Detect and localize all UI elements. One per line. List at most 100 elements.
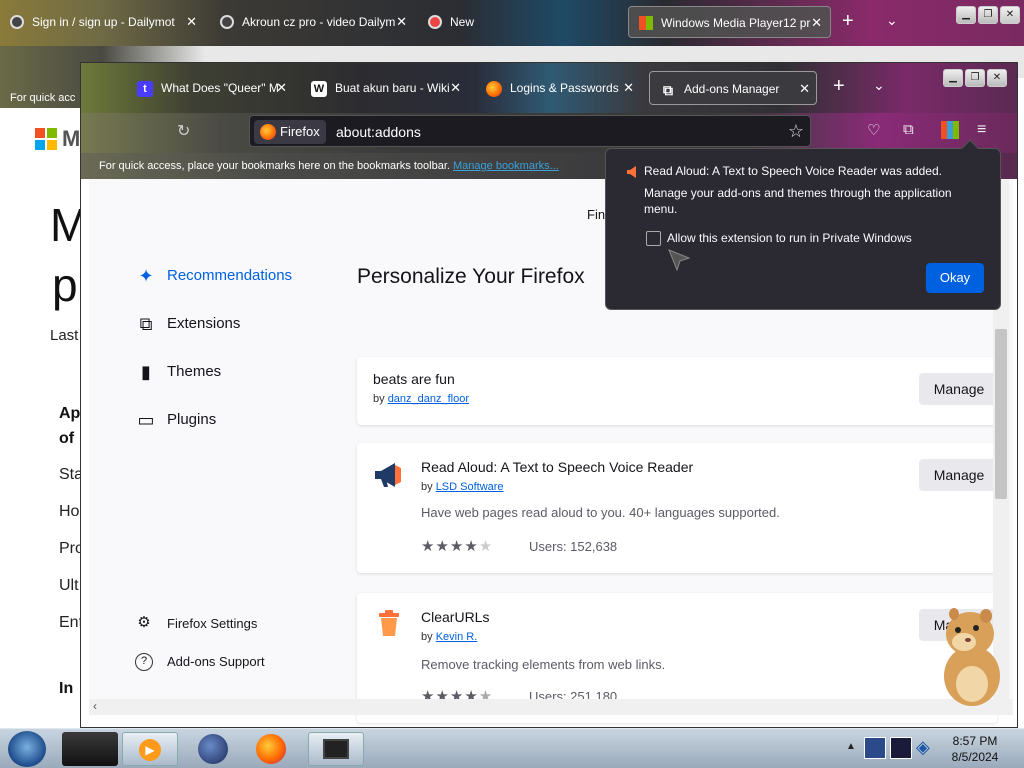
tumblr-icon: t bbox=[137, 81, 153, 97]
maximize-button[interactable]: ❐ bbox=[978, 6, 998, 24]
manage-button[interactable]: Manage bbox=[919, 373, 999, 405]
sparkle-icon: ✦ bbox=[138, 266, 154, 286]
taskbar-app-button[interactable] bbox=[186, 732, 242, 766]
back-tab[interactable]: Akroun cz pro - video Dailym ✕ bbox=[210, 6, 415, 38]
close-icon[interactable]: ✕ bbox=[186, 6, 197, 38]
popup-title: Read Aloud: A Text to Speech Voice Reade… bbox=[644, 164, 942, 178]
popup-message: Manage your add-ons and themes through t… bbox=[644, 186, 952, 216]
addon-title: Read Aloud: A Text to Speech Voice Reade… bbox=[421, 459, 694, 475]
wikipedia-icon: W bbox=[311, 81, 327, 97]
bookmark-star-icon[interactable]: ☆ bbox=[788, 120, 804, 142]
tab[interactable]: t What Does "Queer" M ✕ bbox=[127, 71, 293, 105]
tab[interactable]: Logins & Passwords ✕ bbox=[476, 71, 640, 105]
okay-button[interactable]: Okay bbox=[926, 263, 984, 293]
reload-icon[interactable]: ↻ bbox=[177, 121, 190, 141]
back-heading-letter: p bbox=[52, 259, 78, 311]
checkbox-label[interactable]: Allow this extension to run in Private W… bbox=[667, 231, 912, 245]
extensions-icon[interactable]: ⧉ bbox=[903, 121, 914, 138]
find-more-label: Fin bbox=[587, 207, 606, 222]
network-icon[interactable] bbox=[890, 737, 912, 759]
back-bold-text: In bbox=[59, 680, 74, 697]
window-icon bbox=[323, 739, 349, 759]
sidebar-item-recommendations[interactable]: ✦ Recommendations bbox=[135, 263, 292, 289]
addon-card: beats are fun by danz_danz_floor Manage bbox=[357, 357, 999, 425]
author-link[interactable]: danz_danz_floor bbox=[388, 393, 469, 405]
mouse-cursor-icon bbox=[668, 249, 691, 272]
play-icon: ▶ bbox=[139, 739, 161, 761]
close-button[interactable]: ✕ bbox=[987, 69, 1007, 87]
menu-icon[interactable]: ≡ bbox=[977, 121, 986, 139]
back-text: Last bbox=[50, 327, 79, 344]
trash-icon bbox=[373, 607, 405, 639]
tray-icon[interactable] bbox=[864, 737, 886, 759]
extension-toolbar-icon[interactable] bbox=[941, 121, 959, 139]
puzzle-icon: ⧉ bbox=[139, 314, 153, 334]
close-icon[interactable]: ✕ bbox=[396, 6, 407, 38]
megaphone-icon bbox=[626, 165, 638, 179]
back-tab[interactable]: Sign in / sign up - Dailymot ✕ bbox=[0, 6, 205, 38]
addons-support-link[interactable]: ? Add-ons Support bbox=[135, 651, 265, 673]
manage-bookmarks-link[interactable]: Manage bookmarks... bbox=[453, 160, 559, 172]
globe-icon bbox=[198, 734, 228, 764]
close-icon[interactable]: ✕ bbox=[811, 7, 822, 37]
close-icon[interactable]: ✕ bbox=[799, 72, 810, 104]
system-clock[interactable]: 8:57 PM 8/5/2024 bbox=[940, 733, 1010, 765]
megaphone-icon bbox=[373, 459, 405, 491]
manage-button[interactable]: Manage bbox=[919, 459, 999, 491]
url-bar[interactable]: Firefox about:addons ☆ bbox=[249, 115, 811, 147]
sidebar-item-extensions[interactable]: ⧉ Extensions bbox=[135, 311, 241, 337]
addon-card: Read Aloud: A Text to Speech Voice Reade… bbox=[357, 443, 999, 573]
chevron-down-icon[interactable]: ⌄ bbox=[886, 12, 898, 29]
puzzle-icon: ⧉ bbox=[663, 82, 673, 98]
author-link[interactable]: LSD Software bbox=[436, 481, 504, 493]
back-list-item: Ult bbox=[59, 577, 79, 594]
back-bookmark-hint: For quick acc bbox=[10, 92, 76, 104]
back-window-tabbar: Sign in / sign up - Dailymot ✕ Akroun cz … bbox=[0, 0, 1024, 46]
addon-title: beats are fun bbox=[373, 371, 455, 387]
horizontal-scrollbar[interactable]: ‹ bbox=[89, 699, 1013, 715]
taskbar: ▶ ▲ ◈ 8:57 PM 8/5/2024 bbox=[0, 728, 1024, 768]
windows-icon bbox=[639, 16, 653, 30]
private-windows-checkbox[interactable] bbox=[646, 231, 661, 246]
close-button[interactable]: ✕ bbox=[1000, 6, 1020, 24]
dailymotion-icon bbox=[220, 15, 234, 29]
maximize-button[interactable]: ❐ bbox=[965, 69, 985, 87]
tray-expand-icon[interactable]: ▲ bbox=[846, 741, 856, 752]
tab-addons-manager[interactable]: ⧉ Add-ons Manager ✕ bbox=[649, 71, 817, 105]
addon-title: ClearURLs bbox=[421, 609, 490, 625]
minimize-button[interactable]: ▁ bbox=[956, 6, 976, 24]
firefox-icon bbox=[260, 124, 276, 140]
back-tab[interactable]: New bbox=[418, 6, 498, 38]
dailymotion-icon bbox=[10, 15, 24, 29]
pocket-icon[interactable]: ♡ bbox=[867, 121, 880, 139]
page-title: Personalize Your Firefox bbox=[357, 265, 585, 288]
taskbar-app-button[interactable] bbox=[62, 732, 118, 766]
sidebar-item-plugins[interactable]: ▭ Plugins bbox=[135, 407, 216, 433]
sidebar-item-themes[interactable]: ▮ Themes bbox=[135, 359, 221, 385]
close-icon[interactable]: ✕ bbox=[450, 71, 461, 105]
close-icon[interactable]: ✕ bbox=[623, 71, 634, 105]
start-button[interactable] bbox=[8, 731, 46, 767]
close-icon[interactable]: ✕ bbox=[276, 71, 287, 105]
url-input[interactable]: about:addons bbox=[336, 116, 421, 148]
identity-box[interactable]: Firefox bbox=[254, 120, 326, 144]
media-player-taskbar-button[interactable]: ▶ bbox=[122, 732, 178, 766]
scroll-left-icon[interactable]: ‹ bbox=[93, 699, 97, 713]
tab[interactable]: W Buat akun baru - Wiki ✕ bbox=[301, 71, 467, 105]
author-link[interactable]: Kevin R. bbox=[436, 631, 478, 643]
new-tab-button[interactable]: + bbox=[842, 10, 854, 33]
firefox-settings-link[interactable]: ⚙ Firefox Settings bbox=[135, 613, 257, 635]
addon-installed-popup: Read Aloud: A Text to Speech Voice Reade… bbox=[605, 139, 1001, 310]
back-tab-active[interactable]: Windows Media Player12 pr ✕ bbox=[628, 6, 831, 38]
firefox-taskbar-button[interactable] bbox=[244, 732, 300, 766]
minimize-button[interactable]: ▁ bbox=[943, 69, 963, 87]
rating-stars: ★★★★★ bbox=[421, 538, 494, 555]
hamster-sticker bbox=[934, 604, 1008, 708]
scrollbar-thumb[interactable] bbox=[995, 329, 1007, 499]
new-tab-button[interactable]: + bbox=[833, 75, 845, 98]
back-bold-text: Ap bbox=[59, 405, 81, 422]
volume-icon[interactable]: ◈ bbox=[916, 737, 936, 759]
tab-bar: t What Does "Queer" M ✕ W Buat akun baru… bbox=[81, 63, 1017, 113]
taskbar-app-button[interactable] bbox=[308, 732, 364, 766]
list-tabs-chevron-icon[interactable]: ⌄ bbox=[873, 77, 885, 94]
